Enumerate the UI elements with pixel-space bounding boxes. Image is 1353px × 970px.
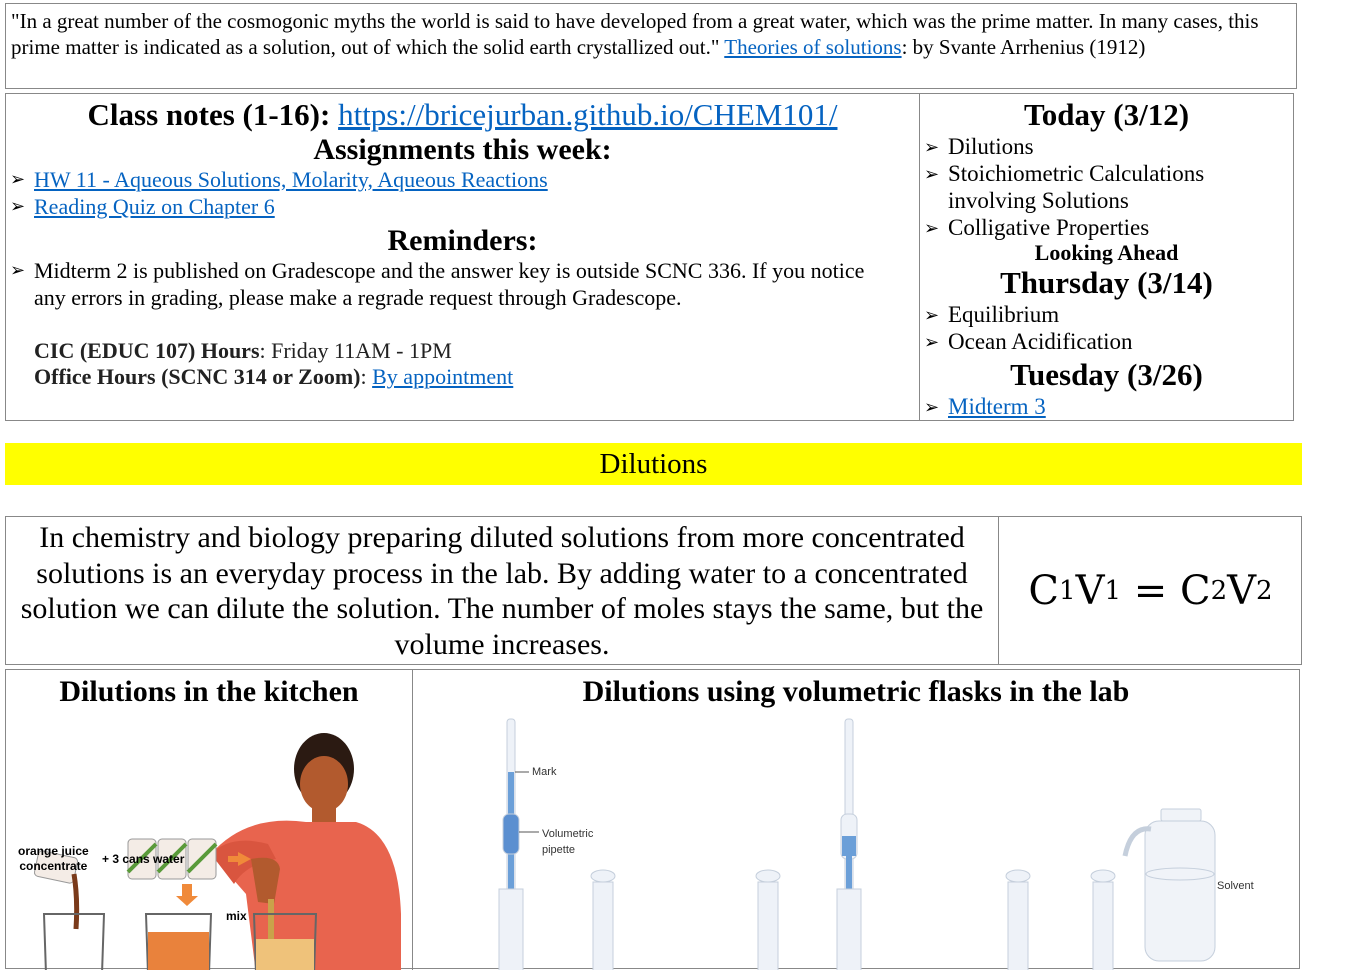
solvent-bottle-illustration [1122, 808, 1216, 962]
oj-label-line1: orange juice [18, 844, 89, 858]
lab-title: Dilutions using volumetric flasks in the… [582, 675, 1130, 708]
notes-cell: Class notes (1-16): https://bricejurban.… [6, 94, 920, 420]
mix-label: mix [226, 909, 247, 923]
eq-equals: = [1121, 567, 1180, 614]
cic-value: : Friday 11AM - 1PM [259, 338, 452, 363]
quote-box: "In a great number of the cosmogonic myt… [5, 3, 1297, 89]
reading-quiz-link[interactable]: Reading Quiz on Chapter 6 [34, 194, 275, 219]
cans-water-label: + 3 cans water [102, 852, 185, 866]
theories-of-solutions-link[interactable]: Theories of solutions [724, 35, 901, 59]
hw11-link[interactable]: HW 11 - Aqueous Solutions, Molarity, Aqu… [34, 167, 548, 192]
kitchen-figure-cell: Dilutions in the kitchen orange juice co… [6, 670, 413, 970]
eq-v2: V [1227, 567, 1257, 614]
today-item: ➢ Stoichiometric Calculations involving S… [920, 160, 1293, 214]
midterm-3-link[interactable]: Midterm 3 [948, 394, 1046, 419]
arrow-bullet-icon: ➢ [924, 397, 940, 417]
volumetric-flasks-illustration [498, 869, 1116, 970]
office-label: Office Hours (SCNC 314 or Zoom) [34, 364, 361, 389]
assignments-heading: Assignments this week: [313, 133, 612, 166]
thursday-item: ➢ Ocean Acidification [920, 328, 1293, 355]
today-item-text: Stoichiometric Calculations involving So… [948, 161, 1205, 213]
office-sep: : [360, 364, 373, 389]
kitchen-title: Dilutions in the kitchen [59, 675, 359, 708]
arrow-bullet-icon: ➢ [10, 196, 26, 216]
class-notes-heading: Class notes (1-16): https://bricejurban.… [6, 97, 919, 133]
figures-table: Dilutions in the kitchen orange juice co… [5, 669, 1300, 970]
cic-label: CIC (EDUC 107) Hours [34, 338, 260, 363]
man-illustration [211, 733, 401, 970]
tuesday-heading: Tuesday (3/26) [1010, 357, 1203, 392]
arrow-bullet-icon: ➢ [924, 305, 940, 325]
mark-label: Mark [532, 766, 557, 778]
volumetric-pipette-label: Volumetric pipette [542, 826, 593, 858]
thursday-heading: Thursday (3/14) [1000, 265, 1213, 300]
thursday-item-text: Equilibrium [948, 302, 1060, 327]
dilutions-intro-table: In chemistry and biology preparing dilut… [5, 516, 1302, 665]
pipette-label-line1: Volumetric [542, 828, 594, 840]
eq-sub: 1 [1059, 575, 1076, 606]
kitchen-illustration [33, 733, 401, 970]
today-item: ➢ Colligative Properties [920, 214, 1293, 241]
reminders-heading: Reminders: [387, 224, 538, 257]
section-banner: Dilutions [5, 443, 1302, 485]
class-notes-label: Class notes (1-16): [87, 97, 339, 132]
hours-block: CIC (EDUC 107) Hours: Friday 11AM - 1PM … [6, 338, 919, 390]
eq-v1: V [1075, 567, 1105, 614]
pipette-label-line2: pipette [542, 844, 576, 856]
arrow-bullet-icon: ➢ [924, 332, 940, 352]
looking-ahead-label: Looking Ahead [1034, 240, 1179, 265]
eq-sub: 1 [1104, 575, 1122, 606]
schedule-cell: Today (3/12) ➢ Dilutions ➢ Stoichiometric … [920, 94, 1293, 420]
arrow-bullet-icon: ➢ [10, 169, 26, 189]
arrow-bullet-icon: ➢ [924, 137, 940, 157]
today-item-text: Dilutions [948, 134, 1034, 159]
section-title: Dilutions [599, 448, 708, 480]
class-notes-link[interactable]: https://bricejurban.github.io/CHEM101/ [338, 97, 837, 132]
oj-label-line2: concentrate [19, 859, 88, 873]
oj-concentrate-label: orange juice concentrate [18, 844, 89, 874]
cic-hours: CIC (EDUC 107) Hours: Friday 11AM - 1PM [34, 338, 919, 364]
lab-figure-cell: Dilutions using volumetric flasks in the… [413, 670, 1299, 970]
thursday-item: ➢ Equilibrium [920, 301, 1293, 328]
eq-c1: C [1028, 567, 1060, 614]
reminder-item: ➢ Midterm 2 is published on Gradescope a… [6, 257, 919, 311]
course-info-table: Class notes (1-16): https://bricejurban.… [5, 93, 1294, 421]
eq-c2: C [1179, 567, 1211, 614]
tuesday-item: ➢ Midterm 3 [920, 393, 1293, 420]
today-item: ➢ Dilutions [920, 133, 1293, 160]
eq-sub: 2 [1210, 575, 1228, 606]
arrow-bullet-icon: ➢ [924, 164, 940, 184]
by-appointment-link[interactable]: By appointment [372, 364, 513, 389]
assignment-item: ➢ HW 11 - Aqueous Solutions, Molarity, A… [6, 166, 919, 193]
dilution-equation: C1V1 = C2V2 [1000, 517, 1301, 664]
eq-sub: 2 [1256, 575, 1273, 606]
arrow-bullet-icon: ➢ [924, 218, 940, 238]
reminder-text: Midterm 2 is published on Gradescope and… [34, 258, 865, 310]
arrow-bullet-icon: ➢ [10, 260, 26, 280]
today-heading: Today (3/12) [1023, 97, 1190, 132]
solvent-label: Solvent [1217, 880, 1254, 892]
intro-text: In chemistry and biology preparing dilut… [6, 517, 999, 664]
today-item-text: Colligative Properties [948, 215, 1150, 240]
assignment-item: ➢ Reading Quiz on Chapter 6 [6, 193, 919, 220]
thursday-item-text: Ocean Acidification [948, 329, 1133, 354]
quote-attribution: : by Svante Arrhenius (1912) [901, 35, 1146, 59]
office-hours: Office Hours (SCNC 314 or Zoom): By appo… [34, 364, 919, 390]
